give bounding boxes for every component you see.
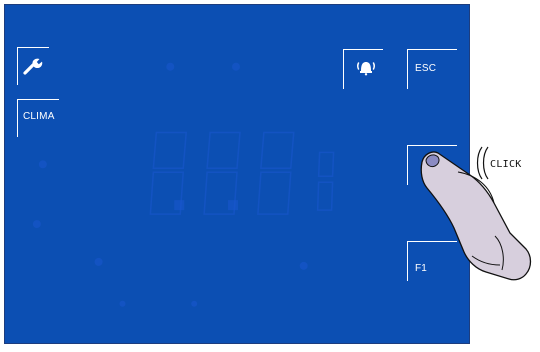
clima-button[interactable]: CLIMA bbox=[17, 99, 59, 137]
alarm-button[interactable] bbox=[343, 49, 383, 89]
esc-label: ESC bbox=[415, 63, 437, 74]
settings-button[interactable] bbox=[17, 47, 49, 85]
clima-label: CLIMA bbox=[23, 111, 55, 122]
touch-screen: CLIMA ESC F1 bbox=[4, 4, 470, 344]
wrench-icon bbox=[23, 58, 43, 75]
ghost-segment-display bbox=[32, 62, 335, 307]
click-wave-icon bbox=[476, 146, 489, 180]
f1-button[interactable]: F1 bbox=[407, 241, 457, 281]
esc-button[interactable]: ESC bbox=[407, 49, 457, 89]
blank-button[interactable] bbox=[407, 145, 457, 185]
device-panel: CLIMA ESC F1 CLICK bbox=[0, 0, 540, 352]
bell-icon bbox=[357, 62, 375, 76]
click-annotation: CLICK bbox=[474, 145, 540, 181]
click-text: CLICK bbox=[490, 159, 522, 170]
f1-label: F1 bbox=[415, 263, 428, 274]
